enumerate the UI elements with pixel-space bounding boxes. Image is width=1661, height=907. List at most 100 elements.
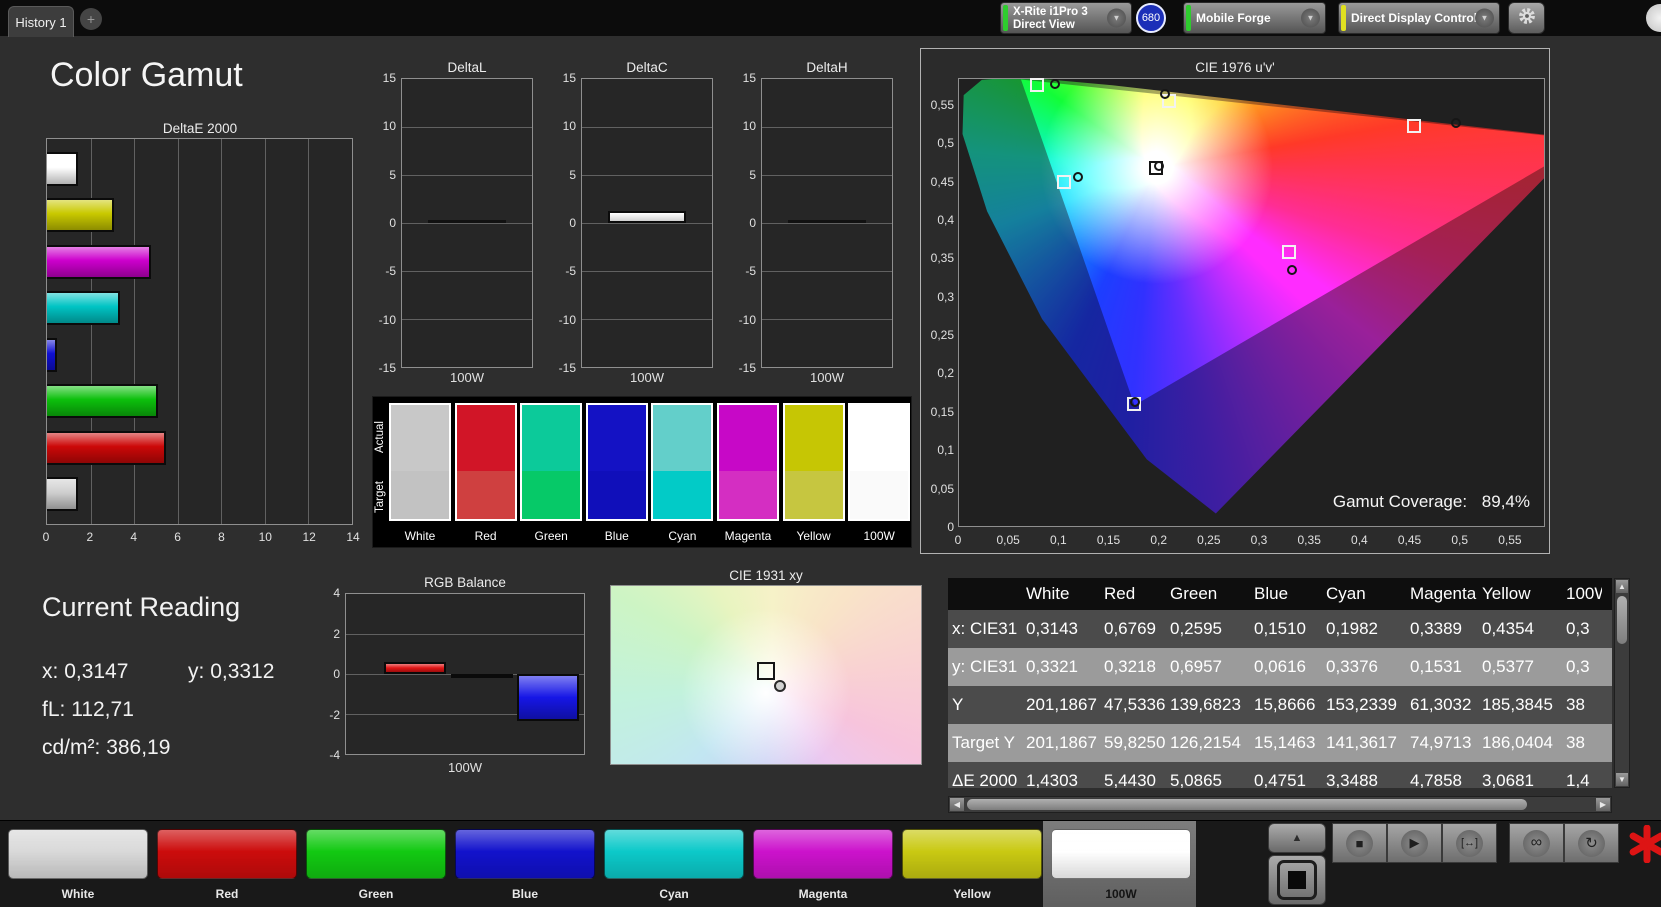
patch-green[interactable] <box>306 829 446 879</box>
patch-label: Yellow <box>953 887 991 901</box>
refresh-button[interactable]: ↻ <box>1564 823 1619 863</box>
measured-marker-red <box>1451 118 1461 129</box>
source-dropdown[interactable]: Mobile Forge ▼ <box>1183 2 1326 34</box>
cell: 5,4430 <box>1104 771 1156 788</box>
deltae-bar-magenta <box>47 244 152 279</box>
patch-label: Blue <box>511 887 539 901</box>
deltac-y-axis: 15 10 5 0 -5 -10 -15 <box>550 71 576 375</box>
cie-y-tick: 0,1 <box>937 443 954 458</box>
badge-value: 680 <box>1141 12 1161 24</box>
scroll-left-icon[interactable]: ◀ <box>950 798 964 811</box>
tab-label: History 1 <box>15 14 67 30</box>
deltae-x-axis: 0 2 4 6 8 10 12 14 <box>42 530 360 546</box>
cie1976-y-axis: 0 0,05 0,1 0,15 0,2 0,25 0,3 0,35 0,4 0,45 0,5 0,55 <box>922 78 954 534</box>
refresh-icon: ↻ <box>1578 829 1605 857</box>
row-label: Y <box>952 695 964 714</box>
tab-history-1[interactable]: History 1 <box>8 6 74 37</box>
deltae-tick: 14 <box>346 530 360 544</box>
gamut-coverage: Gamut Coverage: 89,4% <box>1333 492 1530 512</box>
corner-round-button[interactable] <box>1646 4 1661 32</box>
rgb-tick: 4 <box>333 586 340 600</box>
deltal-chart-title: DeltaL <box>447 60 487 75</box>
scroll-up-icon[interactable]: ▲ <box>1616 580 1628 593</box>
cie-x-tick: 0,05 <box>996 533 1020 547</box>
add-tab-button[interactable]: + <box>80 8 102 30</box>
deltae-tick: 12 <box>302 530 316 544</box>
expand-panel-button[interactable]: ▲ <box>1268 823 1326 853</box>
source-label: Mobile Forge <box>1196 11 1271 25</box>
cell: 141,3617 <box>1326 733 1397 752</box>
scroll-right-icon[interactable]: ▶ <box>1596 798 1610 811</box>
h-scroll-thumb[interactable] <box>967 799 1527 810</box>
cell: 201,1867 <box>1026 695 1097 714</box>
measured-marker-yellow <box>1160 89 1170 100</box>
cie-y-tick: 0,3 <box>937 289 954 304</box>
measure-controls: ■ ▶ [↔] ∞ ↻ <box>1332 823 1619 863</box>
triangle-up-icon: ▲ <box>1291 832 1303 844</box>
swatch-label: Blue <box>604 529 629 543</box>
patch-cyan[interactable] <box>604 829 744 879</box>
rgb-bar-green <box>450 674 513 678</box>
deltae-bar-white <box>47 151 79 186</box>
app-window: History 1 + X-Rite i1Pro 3 Direct View ▼ … <box>0 0 1661 907</box>
cell: 61,3032 <box>1410 695 1472 714</box>
cie-y-tick: 0,45 <box>930 174 954 189</box>
deltaL-tick: -10 <box>378 312 396 327</box>
cell: 3,0681 <box>1482 771 1534 788</box>
cell: 0,6957 <box>1170 657 1222 676</box>
patch-white[interactable] <box>8 829 148 879</box>
cie-y-tick: 0,05 <box>930 481 954 496</box>
cell: 0,5377 <box>1482 657 1534 676</box>
reading-fl: fL: 112,71 <box>42 698 134 721</box>
table-vertical-scrollbar[interactable]: ▲ ▼ <box>1614 578 1630 788</box>
cell: 4,7858 <box>1410 771 1462 788</box>
column-header-Green: Green <box>1170 584 1218 603</box>
cell: 38 <box>1566 733 1585 752</box>
patch-label: 100W <box>1105 887 1137 901</box>
v-scroll-thumb[interactable] <box>1617 596 1627 644</box>
rgb-balance-x-label: 100W <box>448 760 482 775</box>
patch-yellow[interactable] <box>902 829 1042 879</box>
patch-magenta[interactable] <box>753 829 893 879</box>
deltac-chart <box>581 78 713 368</box>
table-horizontal-scrollbar[interactable]: ◀ ▶ <box>948 796 1612 813</box>
single-step-button[interactable]: [↔] <box>1442 823 1497 863</box>
table-row: Target Y 201,1867 59,8250 126,2154 15,1463 14… <box>948 724 1612 762</box>
deltaL-tick: 15 <box>382 71 396 85</box>
cie-x-tick: 0,25 <box>1197 533 1221 547</box>
patch-label: Red <box>215 887 239 901</box>
gamut-coverage-label: Gamut Coverage: <box>1332 492 1468 511</box>
cie-y-tick: 0,55 <box>930 97 954 112</box>
target-marker-magenta <box>1282 245 1296 260</box>
meter-badge[interactable]: 680 <box>1136 3 1166 33</box>
deltae-tick: 0 <box>42 530 50 544</box>
workflow-status-bar <box>1341 5 1346 31</box>
single-measure-button[interactable] <box>1268 855 1326 905</box>
deltal-x-label: 100W <box>450 370 484 385</box>
workflow-dropdown[interactable]: Direct Display Control ▼ <box>1338 2 1500 34</box>
column-header-Cyan: Cyan <box>1326 584 1366 603</box>
measured-marker-magenta <box>1287 265 1297 276</box>
deltaL-tick: -5 <box>385 264 396 279</box>
play-button[interactable]: ▶ <box>1387 823 1442 863</box>
settings-button[interactable] <box>1508 2 1545 34</box>
cie1976-x-axis: 0 0,05 0,1 0,15 0,2 0,25 0,3 0,35 0,4 0,45 0,5 0,55 <box>955 533 1545 549</box>
meter-dropdown[interactable]: X-Rite i1Pro 3 Direct View ▼ <box>1000 2 1132 34</box>
scroll-down-icon[interactable]: ▼ <box>1616 773 1628 786</box>
continuous-button[interactable]: ∞ <box>1509 823 1564 863</box>
patch-blue[interactable] <box>455 829 595 879</box>
deltah-y-axis: 15 10 5 0 -5 -10 -15 <box>730 71 756 375</box>
cell: 15,1463 <box>1254 733 1316 752</box>
deltaH-tick: 5 <box>749 167 756 182</box>
measured-marker-cyan <box>1073 171 1083 182</box>
column-header-Yellow: Yellow <box>1482 584 1531 603</box>
cell: 0,1531 <box>1410 657 1462 676</box>
column-header-Blue: Blue <box>1254 584 1289 603</box>
patch-red[interactable] <box>157 829 297 879</box>
deltaC-tick: -10 <box>558 312 576 327</box>
deltaL-tick: 10 <box>382 119 396 134</box>
top-bar: History 1 + X-Rite i1Pro 3 Direct View ▼ … <box>0 0 1661 37</box>
row-label: Target Y <box>952 733 1016 752</box>
patch-100w[interactable] <box>1051 829 1191 879</box>
stop-button[interactable]: ■ <box>1332 823 1387 863</box>
